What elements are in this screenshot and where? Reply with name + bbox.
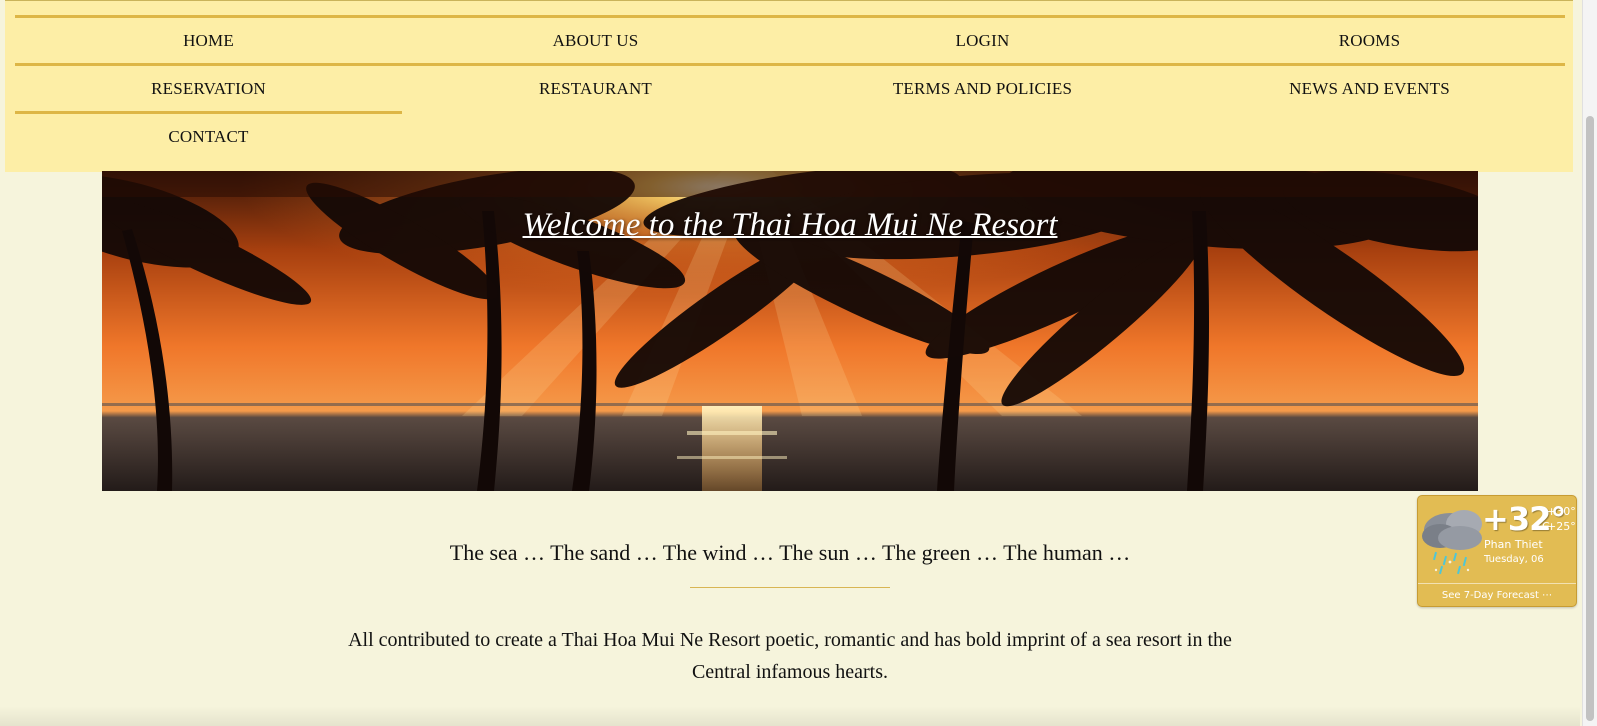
bottom-shadow xyxy=(0,706,1580,726)
nav-rooms-link[interactable]: ROOMS xyxy=(1176,18,1563,64)
nav-home-link[interactable]: HOME xyxy=(15,18,402,64)
hero-banner: Welcome to the Thai Hoa Mui Ne Resort xyxy=(102,171,1478,491)
nav-about-us-link[interactable]: ABOUT US xyxy=(402,18,789,64)
vertical-scrollbar[interactable] xyxy=(1582,0,1597,726)
nav-row: HOME ABOUT US LOGIN ROOMS xyxy=(15,15,1565,64)
nav-terms-and-policies-link[interactable]: TERMS AND POLICIES xyxy=(789,66,1176,112)
nav-row: RESERVATION RESTAURANT TERMS AND POLICIE… xyxy=(15,63,1565,112)
weather-city: Phan Thiet xyxy=(1484,538,1543,551)
description: All contributed to create a Thai Hoa Mui… xyxy=(348,629,1232,683)
nav-login-link[interactable]: LOGIN xyxy=(789,18,1176,64)
rain-cloud-icon xyxy=(1422,510,1482,575)
weather-high: +30° xyxy=(1547,505,1576,518)
scrollbar-thumb[interactable] xyxy=(1586,116,1594,721)
hero-title-link[interactable]: Welcome to the Thai Hoa Mui Ne Resort xyxy=(102,207,1478,244)
weather-forecast-link[interactable]: See 7-Day Forecast ⋯ xyxy=(1418,583,1576,606)
weather-widget[interactable]: +32° C +30° +25° Phan Thiet Tuesday, 06 … xyxy=(1417,495,1577,607)
page: HOME ABOUT US LOGIN ROOMS RESERVATION RE… xyxy=(0,0,1597,726)
main-nav: HOME ABOUT US LOGIN ROOMS RESERVATION RE… xyxy=(5,0,1573,172)
nav-restaurant-link[interactable]: RESTAURANT xyxy=(402,66,789,112)
weather-low: +25° xyxy=(1547,520,1576,533)
nav-row: CONTACT xyxy=(15,111,402,160)
nav-news-and-events-link[interactable]: NEWS AND EVENTS xyxy=(1176,66,1563,112)
weather-date: Tuesday, 06 xyxy=(1484,554,1544,565)
divider xyxy=(690,587,890,588)
nav-contact-link[interactable]: CONTACT xyxy=(15,114,402,160)
tagline: The sea … The sand … The wind … The sun … xyxy=(449,540,1131,565)
nav-reservation-link[interactable]: RESERVATION xyxy=(15,66,402,112)
